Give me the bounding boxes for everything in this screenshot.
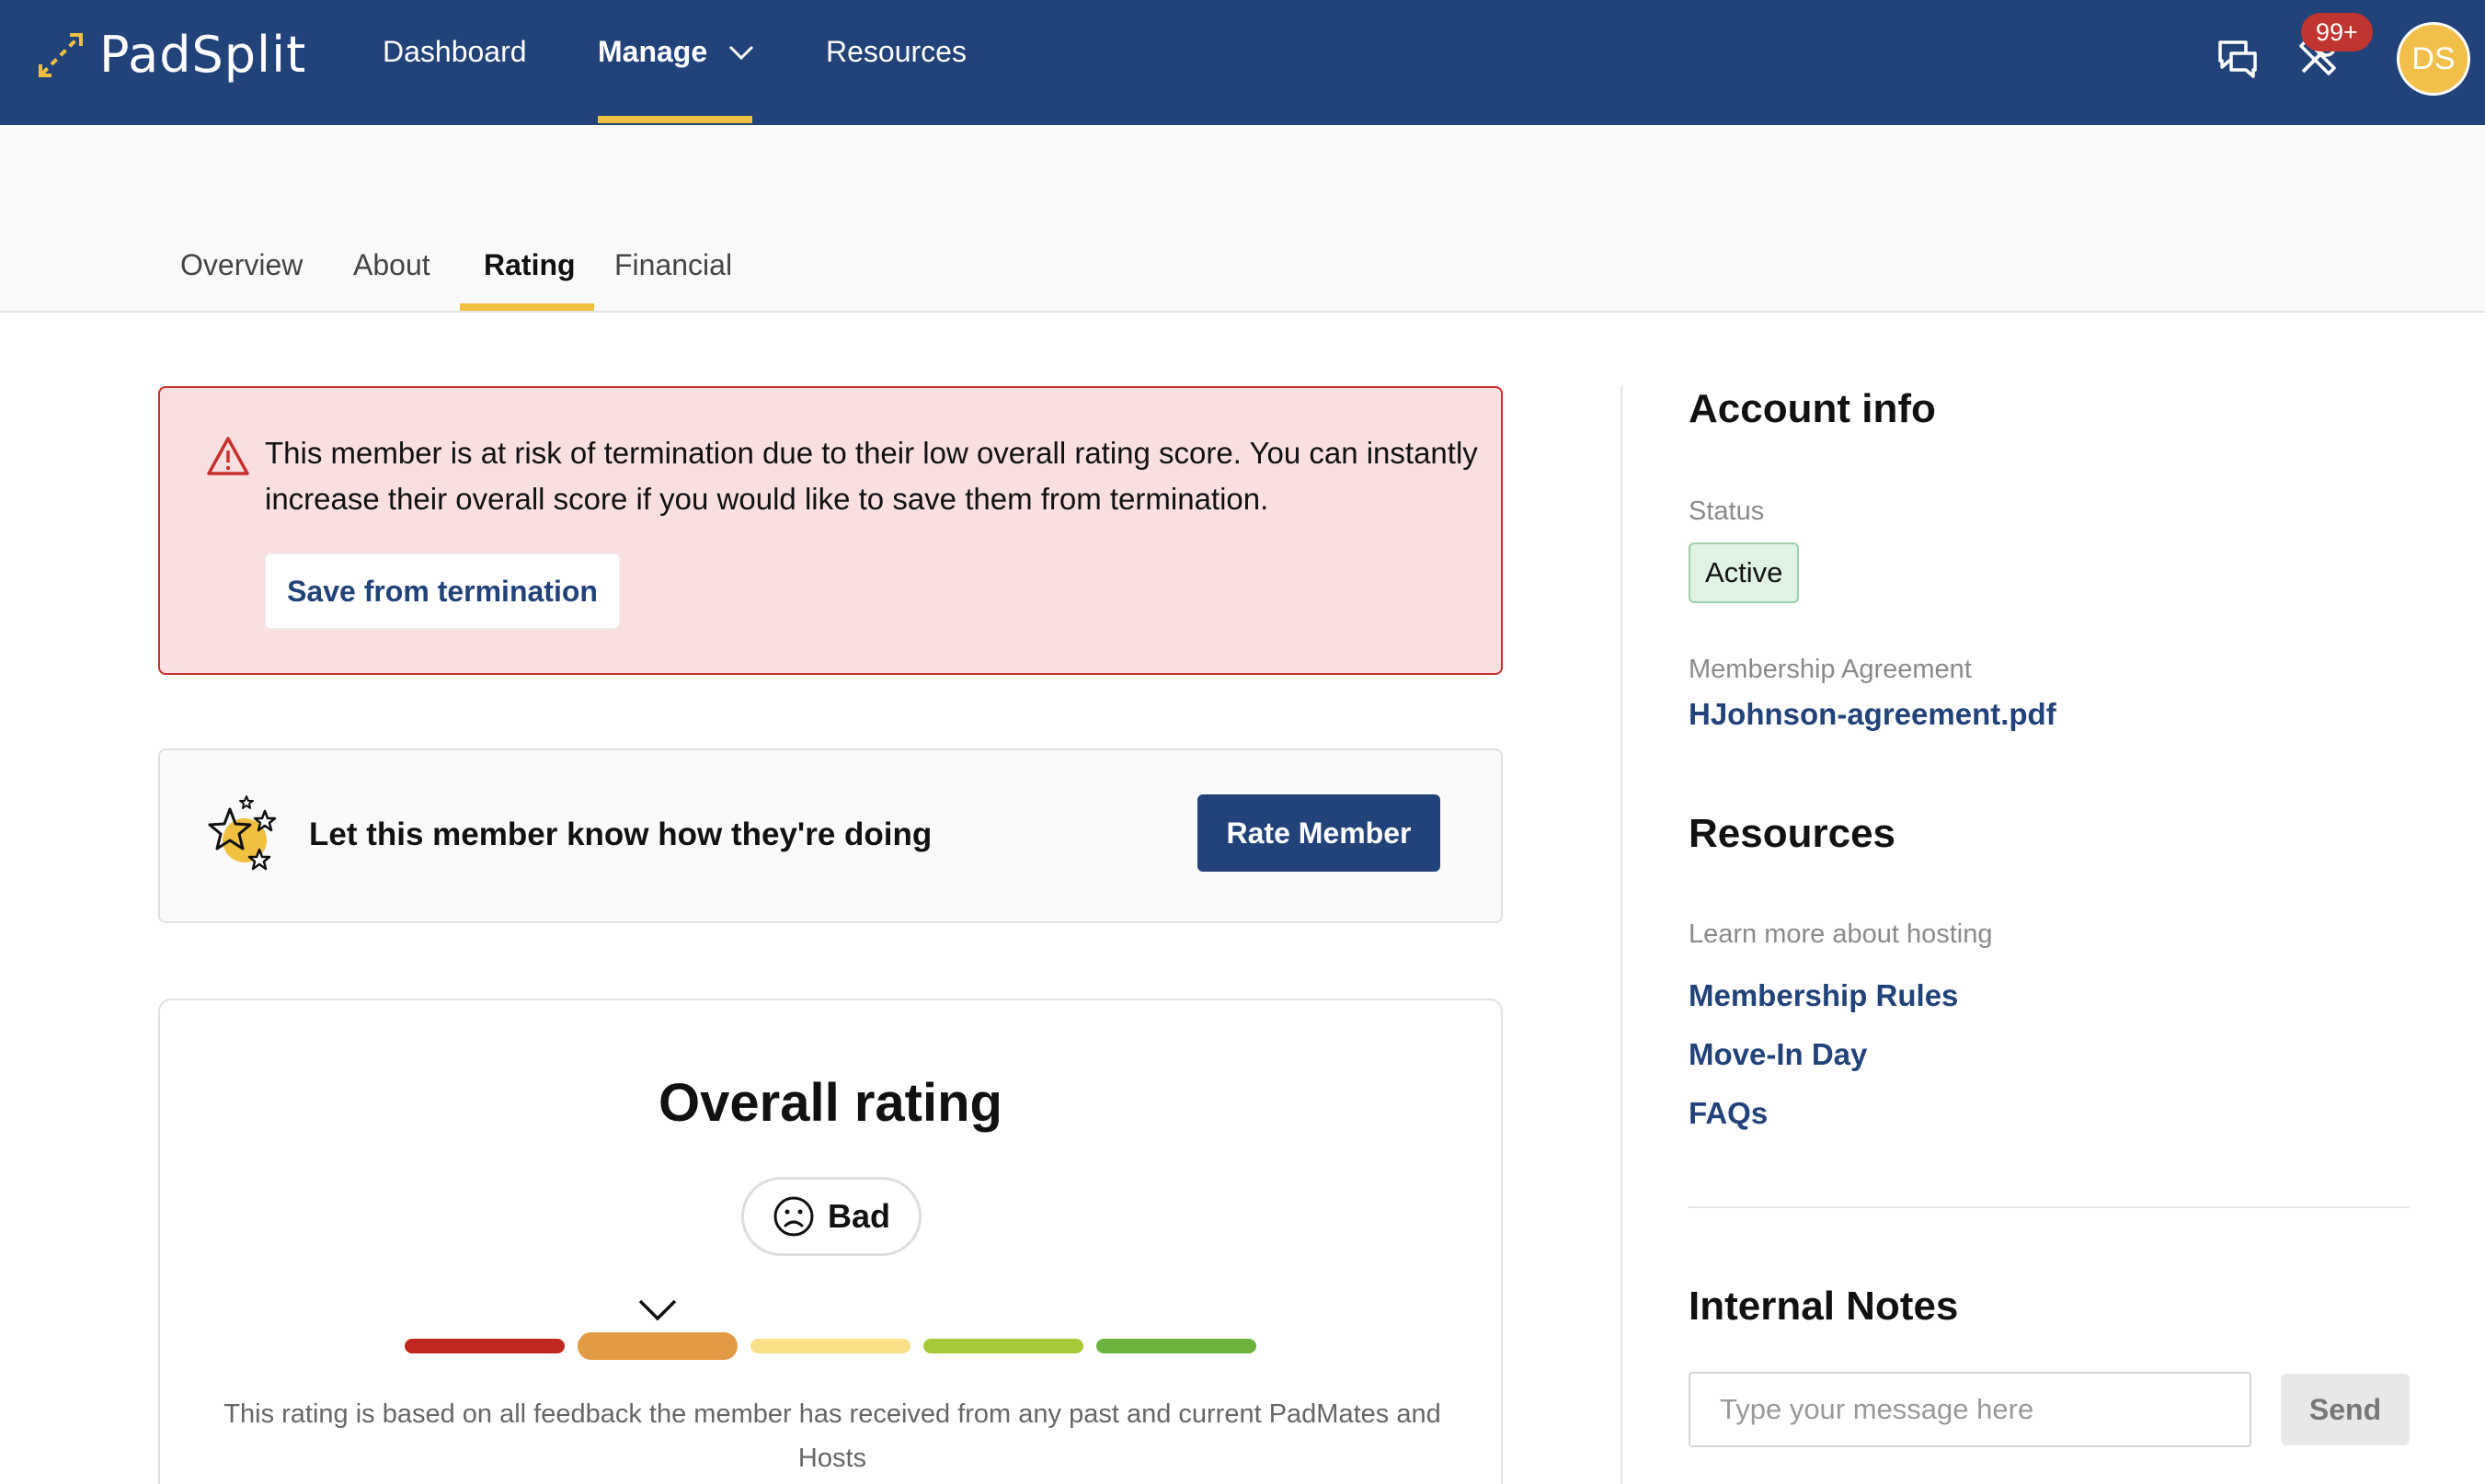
nav-dashboard-link[interactable]: Dashboard — [383, 35, 527, 69]
alert-message: This member is at risk of termination du… — [265, 436, 1478, 516]
chevron-down-icon — [729, 45, 754, 60]
resources-heading: Resources — [1689, 811, 1896, 856]
rating-scale-segment — [750, 1339, 910, 1353]
sidebar-divider — [1689, 1206, 2410, 1208]
app-name: PadSplit — [99, 26, 307, 84]
membership-agreement-link[interactable]: HJohnson-agreement.pdf — [1689, 697, 2056, 732]
resources-subtitle: Learn more about hosting — [1689, 919, 1993, 949]
padsplit-logo[interactable]: PadSplit — [33, 26, 306, 84]
nav-manage-menu[interactable]: Manage — [598, 35, 755, 69]
overall-rating-card: Overall rating Bad This rating is based … — [158, 999, 1503, 1484]
account-info-heading: Account info — [1689, 386, 1936, 431]
rate-member-card: Let this member know how they're doing R… — [158, 748, 1503, 923]
tab-about[interactable]: About — [353, 248, 430, 282]
termination-alert: This member is at risk of termination du… — [158, 386, 1503, 675]
internal-notes-heading: Internal Notes — [1689, 1284, 1959, 1329]
top-nav-bar: PadSplit Dashboard Manage Resources 99+ … — [0, 0, 2485, 125]
notification-badge[interactable]: 99+ — [2301, 13, 2373, 51]
rating-description: This rating is based on all feedback the… — [223, 1399, 1441, 1473]
avatar[interactable]: DS — [2397, 22, 2470, 96]
status-label: Status — [1689, 497, 1765, 526]
chat-icon[interactable] — [2215, 35, 2261, 81]
rating-scale-segment — [405, 1339, 565, 1353]
rate-member-button[interactable]: Rate Member — [1197, 794, 1440, 872]
rating-scale-segment — [923, 1339, 1083, 1353]
save-from-termination-button[interactable]: Save from termination — [265, 554, 620, 629]
warning-icon — [207, 437, 249, 475]
rating-value-pill: Bad — [741, 1177, 922, 1256]
overall-rating-title: Overall rating — [658, 1073, 1002, 1133]
internal-note-input[interactable] — [1689, 1372, 2251, 1447]
rating-indicator-chevron-icon — [638, 1299, 677, 1321]
logo-icon — [39, 32, 83, 77]
tab-rating[interactable]: Rating — [484, 248, 576, 282]
status-badge: Active — [1689, 542, 1800, 603]
rating-scale-segment — [1096, 1339, 1256, 1353]
nav-manage-label: Manage — [598, 35, 708, 68]
column-divider — [1620, 386, 1622, 1484]
send-note-button[interactable]: Send — [2281, 1374, 2410, 1445]
member-tabs-bar: Overview About Rating Financial — [0, 125, 2485, 313]
nav-active-indicator — [598, 116, 752, 123]
resource-link-membership-rules[interactable]: Membership Rules — [1689, 978, 1958, 1013]
resource-link-move-in-day[interactable]: Move-In Day — [1689, 1037, 1867, 1072]
tab-active-indicator — [460, 303, 594, 311]
tab-overview[interactable]: Overview — [180, 248, 303, 282]
rate-member-prompt: Let this member know how they're doing — [309, 816, 933, 852]
sad-face-icon — [773, 1196, 814, 1237]
resource-link-faqs[interactable]: FAQs — [1689, 1096, 1768, 1131]
nav-resources-link[interactable]: Resources — [826, 35, 967, 69]
membership-agreement-label: Membership Agreement — [1689, 655, 1972, 684]
tab-financial[interactable]: Financial — [614, 248, 732, 282]
rating-scale-segment — [578, 1332, 738, 1360]
rating-value-label: Bad — [827, 1197, 890, 1235]
stars-icon — [208, 795, 277, 871]
